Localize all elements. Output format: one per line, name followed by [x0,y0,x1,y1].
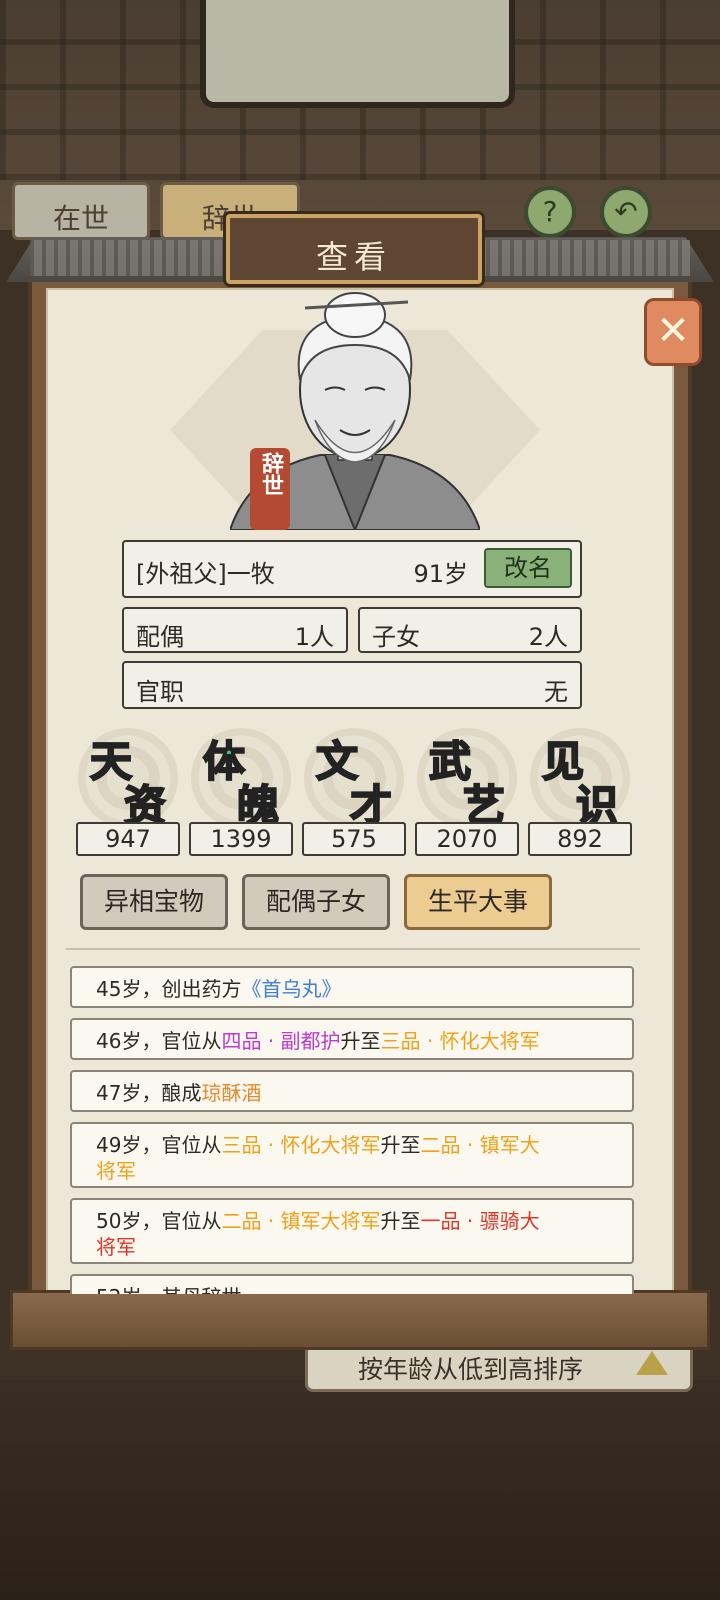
list-item: 49岁，官位从三品 · 怀化大将军升至二品 · 镇军大 将军 [70,1122,634,1188]
tab-alive[interactable]: 在世 [12,182,150,240]
back-arrow-icon[interactable]: ↶ [600,186,652,238]
wall-painting [200,0,515,108]
divider [66,940,640,950]
list-item: 50岁，官位从二品 · 镇军大将军升至一品 · 骠骑大 将军 [70,1198,634,1264]
close-button[interactable]: ✕ [644,298,702,366]
office-value: 无 [544,678,568,706]
spouse-label: 配偶 [136,623,184,651]
office-row: 官职 无 [122,661,582,709]
sort-label: 按年龄从低到高排序 [358,1355,584,1384]
stat-value: 892 [528,822,632,856]
tab-life-events[interactable]: 生平大事 [404,874,552,930]
floor [0,1380,720,1600]
tab-family[interactable]: 配偶子女 [242,874,390,930]
spouse-count: 1人 [294,623,334,651]
list-item: 45岁，创出药方《首乌丸》 [70,966,634,1008]
stat-value: 575 [302,822,406,856]
help-button[interactable]: ? [524,186,576,238]
deceased-seal: 辞世 [250,448,290,530]
stat-value: 1399 [189,822,293,856]
list-item: 47岁，酿成琼酥酒 [70,1070,634,1112]
dialog-base [10,1290,710,1350]
person-name: [外祖父]一牧 [136,560,275,588]
life-events-list[interactable]: 45岁，创出药方《首乌丸》 46岁，官位从四品 · 副都护升至三品 · 怀化大将… [70,966,636,1294]
children-count: 2人 [528,623,568,651]
stat-value: 947 [76,822,180,856]
stat-value: 2070 [415,822,519,856]
person-age: 91岁 [413,560,468,588]
list-item: 46岁，官位从四品 · 副都护升至三品 · 怀化大将军 [70,1018,634,1060]
rename-button[interactable]: 改名 [484,548,572,588]
dialog-title: 查看 [226,214,482,284]
office-label: 官职 [136,678,184,706]
children-row: 子女 2人 [358,607,582,653]
deceased-seal-text: 辞世 [258,452,283,496]
sort-triangle-icon [636,1351,668,1375]
list-item: 52岁，其母辞世 [70,1274,634,1294]
children-label: 子女 [372,623,420,651]
spouse-row: 配偶 1人 [122,607,348,653]
tab-treasures[interactable]: 异相宝物 [80,874,228,930]
